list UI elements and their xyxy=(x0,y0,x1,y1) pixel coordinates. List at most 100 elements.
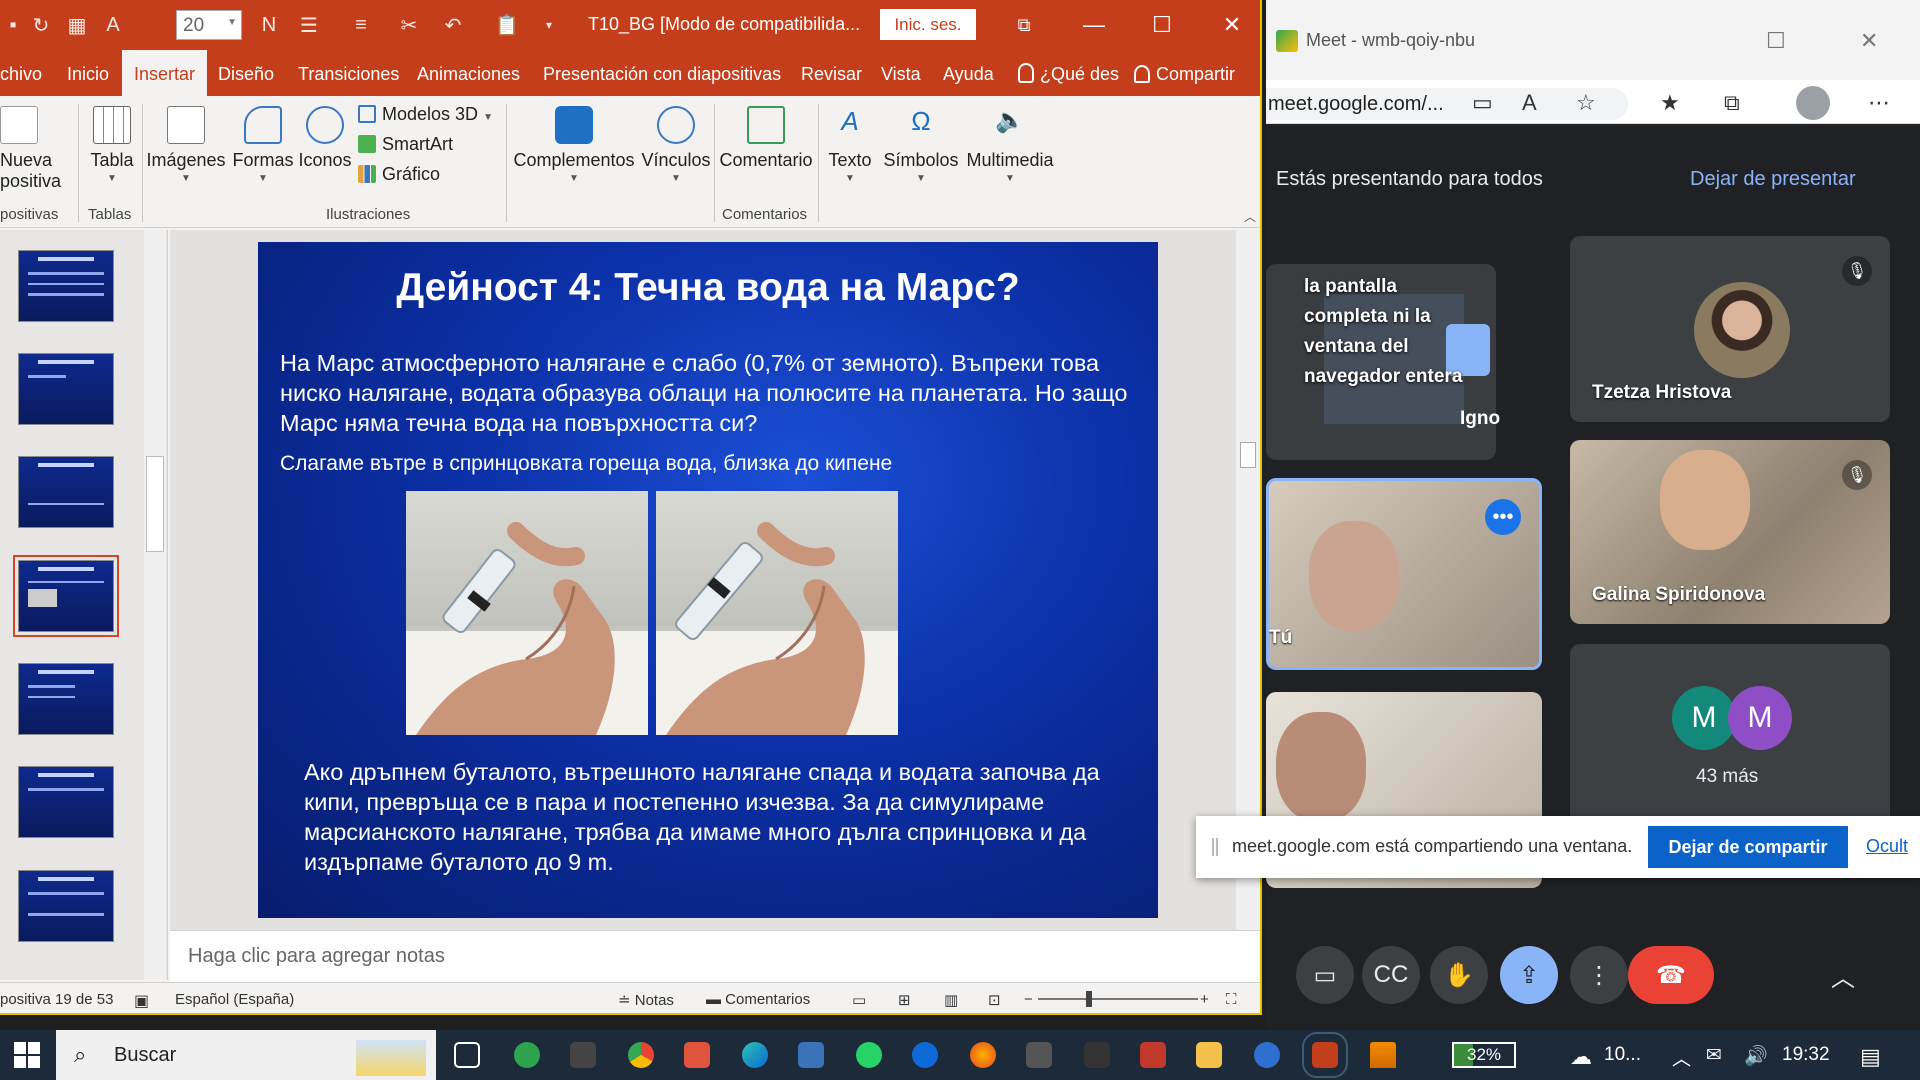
vlc-icon[interactable] xyxy=(1370,1042,1396,1068)
tab-file[interactable]: chivo xyxy=(0,50,42,96)
self-video-tile[interactable]: ••• Tú xyxy=(1266,478,1542,670)
chart-button[interactable]: Gráfico xyxy=(358,164,440,185)
paste-icon[interactable]: 📋 xyxy=(494,12,520,38)
volume-icon[interactable]: 🔊 xyxy=(1744,1044,1768,1068)
shapes-button[interactable]: Formas ▼ xyxy=(232,106,294,184)
spellcheck-icon[interactable]: ▣ xyxy=(134,991,149,1011)
ribbon-display-icon[interactable]: ⧉ xyxy=(1006,10,1042,40)
read-aloud-icon[interactable]: A xyxy=(1522,90,1537,116)
slideshow-view-icon[interactable]: ⊡ xyxy=(988,991,1001,1009)
firefox-icon[interactable] xyxy=(970,1042,996,1068)
network-icon[interactable]: ✉ xyxy=(1706,1044,1722,1067)
app-icon[interactable] xyxy=(570,1042,596,1068)
more-options-icon[interactable]: ••• xyxy=(1485,499,1521,535)
icons-button[interactable]: Iconos xyxy=(296,106,354,171)
file-explorer-icon[interactable] xyxy=(1196,1042,1222,1068)
bold-icon[interactable]: N xyxy=(256,12,282,38)
media-button[interactable]: 🔈 Multimedia ▼ xyxy=(964,106,1056,184)
collapse-ribbon-icon[interactable]: ︿ xyxy=(1244,208,1256,225)
normal-view-icon[interactable]: ▭ xyxy=(852,991,866,1009)
comment-button[interactable]: Comentario xyxy=(718,106,814,171)
pdf-jpg-icon[interactable] xyxy=(1140,1042,1166,1068)
participant-tile-galina[interactable]: 🎙 Galina Spiridonova xyxy=(1570,440,1890,624)
bullets-icon[interactable]: ☰ xyxy=(296,12,322,38)
comments-toggle[interactable]: ▬ Comentarios xyxy=(706,991,810,1008)
slide-thumbnail[interactable] xyxy=(18,663,114,735)
collections-icon[interactable]: ⧉ xyxy=(1724,90,1740,116)
images-button[interactable]: Imágenes ▼ xyxy=(146,106,226,184)
chrome-icon[interactable] xyxy=(628,1042,654,1068)
present-from-start-icon[interactable]: ▦ xyxy=(64,12,90,38)
windows-start-icon[interactable] xyxy=(14,1042,40,1068)
restore-icon[interactable]: ☐ xyxy=(1766,28,1786,54)
edge-icon[interactable] xyxy=(742,1042,768,1068)
zoom-in-icon[interactable]: + xyxy=(1200,991,1209,1008)
fit-slide-icon[interactable]: ⛶ xyxy=(1226,991,1237,1008)
favorites-icon[interactable]: ★ xyxy=(1660,90,1680,116)
more-participants-tile[interactable]: M M xyxy=(1570,644,1890,832)
slide-canvas[interactable]: Дейност 4: Течна вода на Марс? На Марс а… xyxy=(258,242,1158,918)
more-options-icon[interactable]: ⋮ xyxy=(1570,946,1628,1004)
thumbnail-scrollbar[interactable] xyxy=(144,230,166,980)
ignore-button-partial[interactable]: Igno xyxy=(1460,408,1500,430)
app-icon[interactable] xyxy=(1084,1042,1110,1068)
chevron-up-icon[interactable]: ︿ xyxy=(1672,1044,1691,1071)
align-icon[interactable]: ≡ xyxy=(348,12,374,38)
camera-site-icon[interactable]: ▭ xyxy=(1472,90,1493,116)
tab-design[interactable]: Diseño xyxy=(218,50,274,96)
stop-sharing-button[interactable]: Dejar de compartir xyxy=(1648,826,1848,868)
cut-icon[interactable]: ✂ xyxy=(396,12,422,38)
app-icon[interactable] xyxy=(1254,1042,1280,1068)
tell-me-search[interactable]: ¿Qué des xyxy=(1018,50,1119,96)
slide-thumbnail[interactable] xyxy=(18,870,114,942)
present-now-icon[interactable]: ⇪ xyxy=(1500,946,1558,1004)
zoom-out-icon[interactable]: − xyxy=(1024,991,1033,1008)
tab-animations[interactable]: Animaciones xyxy=(417,50,520,96)
customize-qa-icon[interactable]: ▾ xyxy=(536,12,562,38)
addins-button[interactable]: Complementos ▼ xyxy=(512,106,636,184)
text-button[interactable]: A Texto ▼ xyxy=(822,106,878,184)
screen-share-tile[interactable]: la pantalla completa ni la ventana del n… xyxy=(1266,264,1496,460)
slide-thumbnail[interactable] xyxy=(18,456,114,528)
new-slide-button[interactable]: Nueva positiva xyxy=(0,106,70,192)
notes-toggle[interactable]: ≐ Notas xyxy=(618,991,674,1009)
save-icon[interactable]: ▪ xyxy=(0,12,26,38)
app-icon[interactable] xyxy=(1026,1042,1052,1068)
tab-view[interactable]: Vista xyxy=(881,50,921,96)
teamviewer-icon[interactable] xyxy=(912,1042,938,1068)
redo-icon[interactable]: ↻ xyxy=(28,12,54,38)
maximize-icon[interactable]: ☐ xyxy=(1144,10,1180,40)
minimize-icon[interactable]: — xyxy=(1076,10,1112,40)
links-button[interactable]: Vínculos ▼ xyxy=(640,106,712,184)
hide-banner-link[interactable]: Ocult xyxy=(1866,836,1908,857)
add-favorite-icon[interactable]: ☆ xyxy=(1576,90,1596,116)
notes-pane[interactable]: Haga clic para agregar notas xyxy=(170,930,1260,982)
powerpoint-icon[interactable] xyxy=(1302,1032,1348,1078)
3d-models-button[interactable]: Modelos 3D ▼ xyxy=(358,104,493,125)
symbols-button[interactable]: Ω Símbolos ▼ xyxy=(880,106,962,184)
zoom-slider-track[interactable] xyxy=(1038,998,1198,1000)
slide-thumbnail-selected[interactable] xyxy=(13,555,119,637)
tab-help[interactable]: Ayuda xyxy=(943,50,994,96)
drag-handle[interactable] xyxy=(1212,838,1218,856)
undo-icon[interactable]: ↶ xyxy=(440,12,466,38)
sorter-view-icon[interactable]: ⊞ xyxy=(898,991,911,1009)
tab-insert[interactable]: Insertar xyxy=(122,50,208,96)
whatsapp-icon[interactable] xyxy=(856,1042,882,1068)
app-icon[interactable] xyxy=(684,1042,710,1068)
taskbar-search[interactable]: ⌕ Buscar xyxy=(56,1030,436,1080)
clock[interactable]: 19:32 xyxy=(1782,1044,1830,1066)
reading-view-icon[interactable]: ▥ xyxy=(944,991,958,1009)
task-view-icon[interactable] xyxy=(454,1042,480,1068)
font-color-icon[interactable]: A xyxy=(100,12,126,38)
profile-avatar[interactable] xyxy=(1796,86,1830,120)
tab-review[interactable]: Revisar xyxy=(801,50,862,96)
tab-transitions[interactable]: Transiciones xyxy=(298,50,399,96)
raise-hand-icon[interactable]: ✋ xyxy=(1430,946,1488,1004)
sign-in-button[interactable]: Inic. ses. xyxy=(880,9,976,40)
address-input[interactable]: meet.google.com/... xyxy=(1266,88,1628,120)
weather-text[interactable]: 10... xyxy=(1604,1044,1641,1066)
participant-tile-tzetza[interactable]: 🎙 Tzetza Hristova xyxy=(1570,236,1890,422)
language-indicator[interactable]: Español (España) xyxy=(175,991,294,1008)
table-button[interactable]: Tabla ▼ xyxy=(86,106,138,184)
